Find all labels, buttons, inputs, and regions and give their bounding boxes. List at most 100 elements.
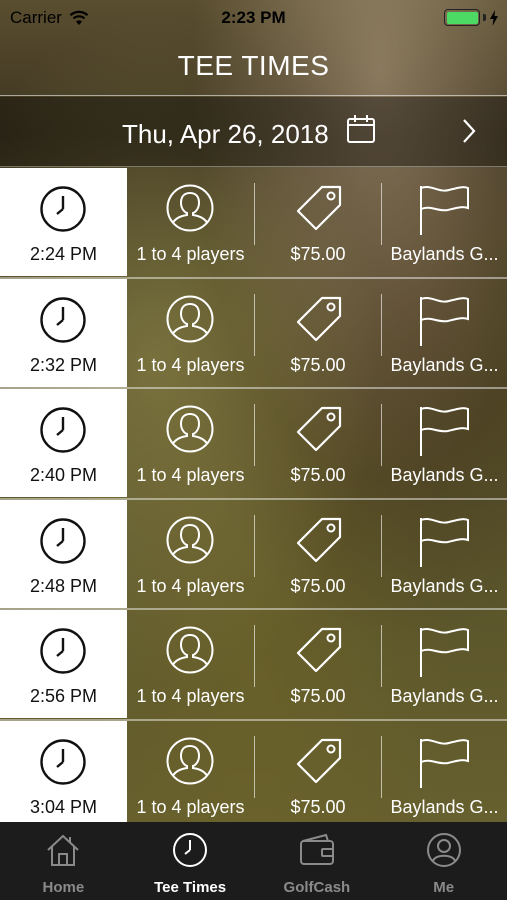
course-label: Baylands G... — [390, 465, 499, 485]
course-label: Baylands G... — [390, 796, 499, 817]
battery-icon — [444, 9, 480, 26]
price-label: $75.00 — [290, 244, 346, 264]
price-tag-icon — [292, 404, 344, 461]
person-icon — [165, 404, 215, 459]
tee-time-row[interactable]: 2:56 PM 1 to 4 players $75.00 Baylands G… — [0, 610, 507, 721]
selected-date[interactable]: Thu, Apr 26, 2018 — [122, 119, 329, 150]
person-icon — [165, 294, 215, 349]
tee-time-cell[interactable]: 2:40 PM — [0, 389, 127, 497]
tab-tee-times[interactable]: Tee Times — [127, 822, 254, 900]
flag-icon — [417, 625, 471, 684]
tee-time-cell[interactable]: 2:24 PM — [0, 168, 127, 276]
players-label: 1 to 4 players — [136, 796, 245, 817]
person-icon — [165, 736, 215, 791]
tee-time-label: 2:48 PM — [29, 575, 98, 596]
clock-icon — [39, 517, 87, 570]
players-label: 1 to 4 players — [136, 244, 245, 264]
tee-time-cell[interactable]: 2:56 PM — [0, 610, 127, 718]
price-cell: $75.00 — [255, 500, 381, 608]
tee-time-cell[interactable]: 3:04 PM — [0, 720, 127, 829]
tab-home[interactable]: Home — [0, 822, 127, 900]
price-cell: $75.00 — [255, 279, 381, 387]
price-tag-icon — [292, 736, 344, 793]
calendar-icon[interactable] — [346, 114, 376, 144]
course-cell: Baylands G... — [382, 500, 507, 608]
players-cell: 1 to 4 players — [127, 389, 254, 497]
course-label: Baylands G... — [390, 354, 499, 375]
players-label: 1 to 4 players — [136, 465, 245, 485]
home-icon — [47, 834, 80, 866]
tee-time-label: 2:24 PM — [29, 244, 98, 264]
person-icon — [165, 183, 215, 238]
tee-time-cell[interactable]: 2:48 PM — [0, 499, 127, 608]
clock-icon — [39, 627, 87, 680]
price-cell: $75.00 — [255, 168, 381, 276]
course-cell: Baylands G... — [382, 168, 507, 276]
clock-icon — [39, 185, 87, 238]
price-label: $75.00 — [290, 575, 346, 596]
wallet-icon — [299, 833, 334, 865]
tee-time-label: 2:40 PM — [29, 465, 98, 485]
charging-icon — [490, 9, 498, 26]
tab-me-label: Me — [433, 879, 455, 896]
course-cell: Baylands G... — [382, 721, 507, 829]
status-time: 2:23 PM — [221, 8, 286, 27]
tab-tee-times-label: Tee Times — [154, 879, 227, 896]
tee-time-row[interactable]: 2:48 PM 1 to 4 players $75.00 Baylands G… — [0, 499, 507, 610]
flag-icon — [417, 294, 471, 353]
price-label: $75.00 — [290, 686, 346, 706]
flag-icon — [417, 404, 471, 463]
price-tag-icon — [292, 515, 344, 572]
flag-icon — [417, 183, 471, 242]
price-cell: $75.00 — [255, 610, 381, 718]
flag-icon — [417, 515, 471, 574]
players-label: 1 to 4 players — [136, 686, 245, 706]
flag-icon — [417, 736, 471, 795]
price-label: $75.00 — [290, 354, 346, 375]
tee-time-cell[interactable]: 2:32 PM — [0, 278, 127, 387]
tee-time-label: 2:56 PM — [29, 686, 98, 706]
tab-me[interactable]: Me — [380, 822, 507, 900]
date-selector[interactable]: Thu, Apr 26, 2018 — [0, 97, 507, 167]
battery-cap — [483, 14, 486, 21]
price-label: $75.00 — [290, 465, 346, 485]
clock-icon — [39, 406, 87, 459]
tee-time-label: 2:32 PM — [29, 354, 98, 375]
chevron-right-icon[interactable] — [460, 117, 478, 145]
tee-time-label: 3:04 PM — [29, 796, 98, 817]
players-cell: 1 to 4 players — [127, 500, 254, 608]
clock-icon — [39, 738, 87, 791]
players-label: 1 to 4 players — [136, 354, 245, 375]
price-tag-icon — [292, 625, 344, 682]
tee-time-row[interactable]: 2:40 PM 1 to 4 players $75.00 Baylands G… — [0, 389, 507, 500]
person-icon — [165, 515, 215, 570]
course-label: Baylands G... — [390, 244, 499, 264]
players-cell: 1 to 4 players — [127, 610, 254, 718]
tee-time-row[interactable]: 2:32 PM 1 to 4 players $75.00 Baylands G… — [0, 278, 507, 389]
players-cell: 1 to 4 players — [127, 168, 254, 276]
course-cell: Baylands G... — [382, 279, 507, 387]
players-cell: 1 to 4 players — [127, 279, 254, 387]
course-cell: Baylands G... — [382, 610, 507, 718]
page-title: TEE TIMES — [177, 49, 330, 81]
course-label: Baylands G... — [390, 575, 499, 596]
tab-bar: Home Tee Times GolfCash Me — [0, 822, 507, 900]
price-tag-icon — [292, 294, 344, 351]
tee-time-row[interactable]: 3:04 PM 1 to 4 players $75.00 Baylands G… — [0, 720, 507, 831]
person-icon — [165, 625, 215, 680]
price-label: $75.00 — [290, 796, 346, 817]
tee-time-list: 2:24 PM 1 to 4 players $75.00 Baylands G… — [0, 168, 507, 831]
tab-golfcash-label: GolfCash — [283, 879, 351, 896]
tee-time-row[interactable]: 2:24 PM 1 to 4 players $75.00 Baylands G… — [0, 168, 507, 279]
status-bar: Carrier 2:23 PM — [0, 0, 507, 36]
course-cell: Baylands G... — [382, 389, 507, 497]
page-header: TEE TIMES — [0, 36, 507, 96]
tab-home-label: Home — [42, 879, 85, 896]
course-label: Baylands G... — [390, 686, 499, 706]
tab-golfcash[interactable]: GolfCash — [254, 822, 381, 900]
clock-icon — [173, 833, 208, 867]
clock-icon — [39, 296, 87, 349]
price-tag-icon — [292, 183, 344, 240]
players-label: 1 to 4 players — [136, 575, 245, 596]
price-cell: $75.00 — [255, 389, 381, 497]
